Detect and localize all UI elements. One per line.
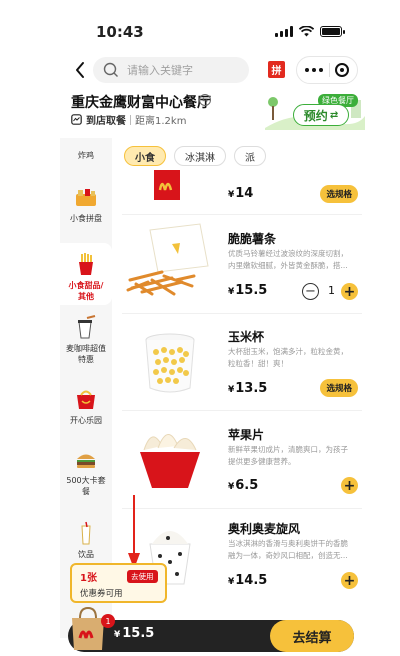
more-menu-icon[interactable] (305, 68, 323, 72)
coupon-banner[interactable]: 1张 去使用 优惠券可用 (70, 563, 167, 603)
select-spec-button[interactable]: 选规格 (320, 379, 358, 397)
group-order-icon[interactable]: 拼 (268, 61, 285, 78)
product-item[interactable]: 玉米杯 大杯甜玉米，饱满多汁，粒粒金黄，粒粒香！甜！爽！ ¥13.5 选规格 (122, 318, 362, 408)
sidebar-item-label: 开心乐园 (70, 416, 102, 425)
add-to-cart-button[interactable]: + (341, 283, 358, 300)
search-input[interactable] (127, 63, 227, 77)
sidebar-item-label: 小食甜品/其他 (68, 281, 104, 301)
sidebar-item-label: 饮品 (78, 550, 94, 559)
product-name: 苹果片 (228, 428, 265, 442)
sidebar-item-drinks[interactable]: 饮品 (60, 520, 112, 562)
product-item[interactable]: 脆脆薯条 优质马铃薯经过波浪纹的深度切割，内里嫩软细腻，外皆黄金酥脆，搭... … (122, 220, 362, 310)
product-name: 奥利奥麦旋风 (228, 522, 301, 536)
burger-meal-icon (77, 454, 95, 468)
product-price: ¥15.5 (228, 283, 268, 298)
sidebar-item-mccafe[interactable]: 麦咖啡超值特惠 (60, 314, 112, 370)
product-image (126, 223, 209, 296)
sidebar-item-fried-chicken[interactable]: 炸鸡 (60, 140, 112, 170)
miniprogram-capsule[interactable] (296, 56, 358, 84)
capsule-divider (328, 63, 330, 77)
product-name: 脆脆薯条 (228, 232, 277, 246)
switch-store-icon[interactable]: ⇆ (199, 94, 211, 106)
drink-icon (81, 521, 91, 545)
product-price: ¥14 (228, 186, 254, 201)
tab-ice-cream[interactable]: 冰淇淋 (174, 146, 226, 166)
product-description: 大杯甜玉米，饱满多汁，粒粒金黄，粒粒香！甜！爽！ (228, 347, 348, 368)
product-image (154, 170, 180, 200)
product-price: ¥14.5 (228, 573, 268, 588)
reserve-label: 预约 (303, 108, 328, 123)
coupon-available-text: 优惠券可用 (80, 589, 123, 599)
cellular-signal-icon (275, 26, 293, 37)
tab-pie[interactable]: 派 (234, 146, 266, 166)
annotation-arrow-icon (128, 495, 140, 569)
back-arrow-icon[interactable] (73, 60, 87, 80)
sidebar-item-snack-platter[interactable]: 小食拼盘 (60, 184, 112, 234)
product-item[interactable]: 苹果片 新鲜苹果切成片，清脆爽口，为孩子提供更多健康营养。 ¥6.5 + (122, 416, 362, 506)
list-divider (122, 313, 362, 314)
store-name[interactable]: 重庆金鹰财富中心餐厅 (71, 92, 211, 112)
sidebar-item-happy-meal[interactable]: 开心乐园 (60, 386, 112, 431)
pickup-icon (71, 114, 82, 125)
search-icon (103, 62, 118, 77)
cart-count-badge: 1 (101, 614, 115, 628)
coupon-count: 1张 (80, 573, 97, 584)
list-divider (122, 214, 362, 215)
wifi-icon (299, 26, 314, 37)
sidebar-item-snacks-desserts[interactable]: 小食甜品/其他 (60, 243, 112, 305)
product-name: 玉米杯 (228, 330, 265, 344)
use-coupon-button[interactable]: 去使用 (127, 570, 158, 583)
sidebar-item-label: 小食拼盘 (70, 214, 102, 223)
search-bar[interactable] (93, 57, 249, 83)
product-price: ¥6.5 (228, 478, 259, 493)
snack-platter-icon (76, 189, 96, 206)
store-info: 到店取餐 距离1.2km (71, 112, 186, 127)
sidebar-item-label: 麦咖啡超值特惠 (66, 344, 106, 364)
product-description: 当冰淇淋的香滑与奥利奥饼干的香脆融为一体，奇妙风口相配，创造无... (228, 539, 348, 560)
add-to-cart-button[interactable]: + (341, 477, 358, 494)
battery-icon (320, 26, 345, 37)
product-price: ¥13.5 (228, 381, 268, 396)
cart-total: ¥15.5 (114, 626, 155, 641)
swap-icon: ⇄ (329, 109, 339, 121)
coffee-icon (78, 315, 96, 339)
pickup-mode: 到店取餐 (86, 116, 126, 127)
sidebar-item-500kcal-meal[interactable]: 500大卡套餐 (60, 446, 112, 502)
product-description: 新鲜苹果切成片，清脆爽口，为孩子提供更多健康营养。 (228, 445, 348, 466)
reserve-button[interactable]: 预约 ⇄ (293, 104, 349, 126)
sidebar-item-label: 炸鸡 (78, 151, 94, 160)
list-divider (122, 410, 362, 411)
reserve-promo[interactable]: 绿色餐厅 预约 ⇄ (265, 88, 365, 130)
happy-meal-icon (77, 390, 95, 409)
fries-icon (79, 253, 93, 275)
select-spec-button[interactable]: 选规格 (320, 185, 358, 203)
product-quantity: 1 (328, 284, 335, 297)
add-to-cart-button[interactable]: + (341, 572, 358, 589)
checkout-button[interactable]: 去结算 (270, 620, 354, 652)
store-distance: 距离1.2km (135, 116, 187, 127)
shopping-bag-icon[interactable] (66, 604, 110, 652)
info-divider (130, 114, 131, 125)
status-icons (275, 26, 345, 37)
status-time: 10:43 (96, 23, 144, 41)
product-image (145, 333, 195, 393)
close-miniprogram-icon[interactable] (335, 63, 349, 77)
subcategory-tabs: 小食 冰淇淋 派 (124, 146, 266, 166)
product-item[interactable]: ¥14 选规格 (122, 170, 362, 210)
product-description: 优质马铃薯经过波浪纹的深度切割，内里嫩软细腻，外皆黄金酥脆，搭... (228, 249, 348, 270)
product-image (140, 434, 200, 488)
tab-snacks[interactable]: 小食 (124, 146, 166, 166)
sidebar-item-label: 500大卡套餐 (66, 476, 106, 496)
decrease-quantity-button[interactable]: − (302, 283, 319, 300)
list-divider (122, 508, 362, 509)
status-bar: 10:43 (0, 0, 400, 52)
